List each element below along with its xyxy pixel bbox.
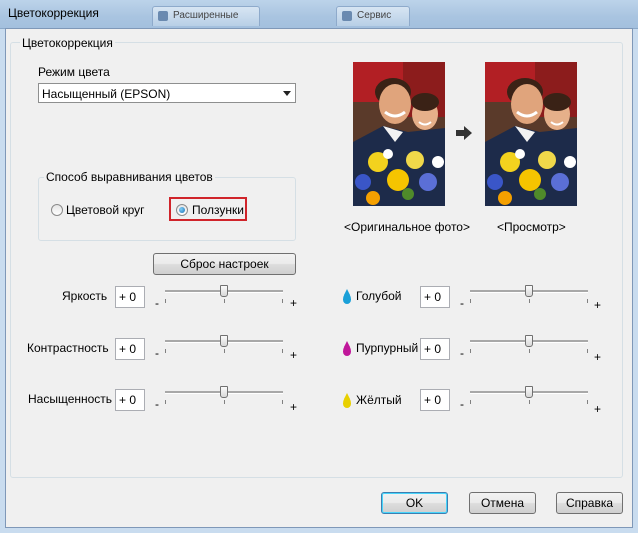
color-mode-value: Насыщенный (EPSON) — [42, 87, 171, 101]
slider-minus-label: - — [460, 346, 464, 360]
radio-sliders-label: Ползунки — [192, 203, 244, 217]
tab-icon — [342, 11, 352, 21]
yellow-value-field[interactable]: + 0 — [420, 389, 450, 411]
slider-tick — [165, 400, 166, 404]
title-bar: Цветокоррекция Расширенные Сервис — [0, 0, 638, 29]
slider-tick — [282, 299, 283, 303]
magenta-slider[interactable] — [470, 335, 588, 355]
saturation-value-field[interactable]: + 0 — [115, 389, 145, 411]
slider-thumb[interactable] — [220, 285, 228, 297]
slider-plus-label: + — [290, 296, 298, 310]
yellow-slider[interactable] — [470, 386, 588, 406]
magenta-drop-icon — [343, 341, 351, 356]
help-button[interactable]: Справка — [556, 492, 623, 514]
slider-tick — [470, 349, 471, 353]
alignment-group-label: Способ выравнивания цветов — [44, 170, 215, 184]
slider-plus-label: + — [594, 350, 602, 364]
slider-tick — [165, 349, 166, 353]
brightness-label: Яркость — [62, 289, 108, 303]
slider-tick — [529, 400, 530, 404]
contrast-label: Контрастность — [27, 341, 109, 355]
slider-thumb[interactable] — [220, 386, 228, 398]
cyan-value-field[interactable]: + 0 — [420, 286, 450, 308]
slider-plus-label: + — [594, 402, 602, 416]
window-title: Цветокоррекция — [8, 6, 99, 20]
saturation-slider[interactable] — [165, 386, 283, 406]
arrow-right-icon — [456, 126, 472, 140]
slider-minus-label: - — [155, 397, 159, 411]
brightness-slider[interactable] — [165, 285, 283, 305]
slider-tick — [470, 400, 471, 404]
slider-thumb[interactable] — [220, 335, 228, 347]
slider-tick — [529, 349, 530, 353]
brightness-value-field[interactable]: + 0 — [115, 286, 145, 308]
chevron-down-icon — [283, 91, 291, 96]
slider-tick — [224, 400, 225, 404]
slider-tick — [587, 349, 588, 353]
original-photo — [353, 62, 445, 206]
color-mode-select[interactable]: Насыщенный (EPSON) — [38, 83, 296, 103]
yellow-label: Жёлтый — [356, 393, 402, 407]
slider-minus-label: - — [460, 296, 464, 310]
cyan-slider[interactable] — [470, 285, 588, 305]
slider-tick — [224, 299, 225, 303]
slider-tick — [529, 299, 530, 303]
saturation-label: Насыщенность — [28, 392, 113, 406]
slider-minus-label: - — [460, 397, 464, 411]
radio-sliders[interactable] — [176, 204, 188, 216]
contrast-slider[interactable] — [165, 335, 283, 355]
slider-thumb[interactable] — [525, 285, 533, 297]
slider-thumb[interactable] — [525, 335, 533, 347]
slider-minus-label: - — [155, 346, 159, 360]
slider-tick — [224, 349, 225, 353]
background-tab-service: Сервис — [336, 6, 410, 26]
preview-photo — [485, 62, 577, 206]
color-correction-group-label: Цветокоррекция — [20, 36, 115, 50]
background-tab-advanced: Расширенные — [152, 6, 260, 26]
color-mode-label: Режим цвета — [38, 65, 110, 79]
slider-minus-label: - — [155, 296, 159, 310]
yellow-drop-icon — [343, 393, 351, 408]
slider-thumb[interactable] — [525, 386, 533, 398]
slider-plus-label: + — [594, 298, 602, 312]
slider-tick — [165, 299, 166, 303]
cancel-button[interactable]: Отмена — [469, 492, 536, 514]
slider-plus-label: + — [290, 400, 298, 414]
slider-tick — [470, 299, 471, 303]
cyan-label: Голубой — [356, 289, 402, 303]
cyan-drop-icon — [343, 289, 351, 304]
original-photo-caption: <Оригинальное фото> — [344, 220, 470, 234]
slider-tick — [282, 400, 283, 404]
contrast-value-field[interactable]: + 0 — [115, 338, 145, 360]
radio-color-circle[interactable] — [51, 204, 63, 216]
slider-tick — [587, 299, 588, 303]
tab-icon — [158, 11, 168, 21]
slider-tick — [282, 349, 283, 353]
ok-button[interactable]: OK — [381, 492, 448, 514]
radio-color-circle-label: Цветовой круг — [66, 203, 145, 217]
slider-tick — [587, 400, 588, 404]
slider-plus-label: + — [290, 348, 298, 362]
magenta-label: Пурпурный — [356, 341, 419, 355]
reset-button[interactable]: Сброс настроек — [153, 253, 296, 275]
preview-photo-caption: <Просмотр> — [497, 220, 566, 234]
magenta-value-field[interactable]: + 0 — [420, 338, 450, 360]
